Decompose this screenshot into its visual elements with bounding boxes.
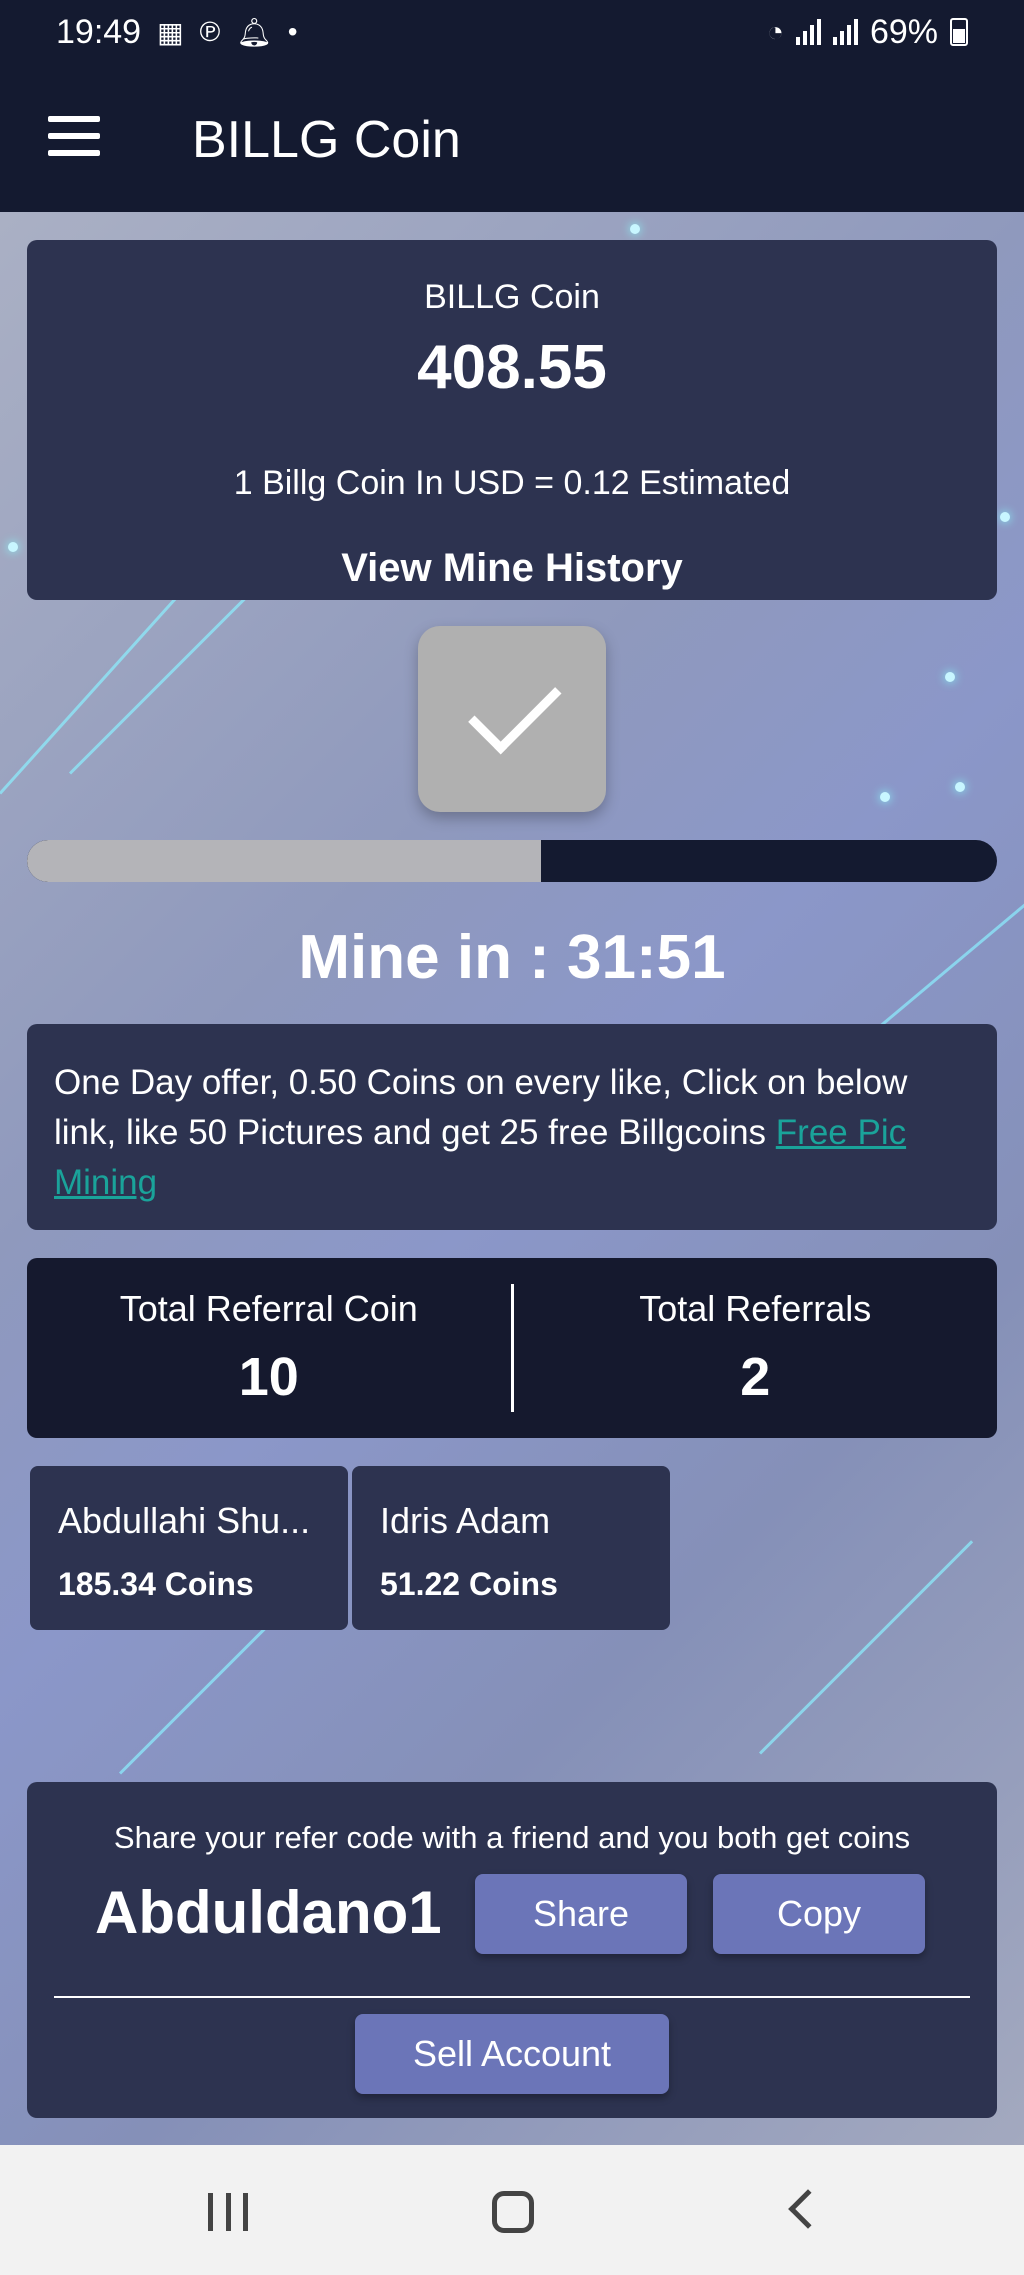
decor-dot — [945, 672, 955, 682]
decor-dot — [8, 542, 18, 552]
picsart-icon: ℗ — [199, 16, 221, 47]
mine-timer: Mine in : 31:51 — [298, 923, 726, 992]
share-divider — [54, 1996, 970, 1998]
conversion-rate: 1 Billg Coin In USD = 0.12 Estimated — [233, 464, 791, 502]
signal-icon — [795, 19, 821, 45]
share-button[interactable]: Share — [475, 1874, 687, 1954]
back-icon[interactable] — [788, 2189, 828, 2229]
refer-code: Abduldano1 — [95, 1879, 442, 1946]
view-mine-history-link[interactable]: View Mine History — [27, 546, 997, 591]
decor-dot — [880, 792, 890, 802]
wifi-icon: ◔ — [767, 16, 784, 47]
main-content: BILLG Coin 408.55 1 Billg Coin In USD = … — [0, 212, 1024, 2145]
status-right: ◔ 69% — [767, 13, 968, 52]
total-referral-coin-stat: Total Referral Coin 10 — [27, 1258, 511, 1438]
total-referrals-value: 2 — [740, 1347, 771, 1407]
mining-progress-fill — [27, 840, 542, 882]
referral-name: Idris Adam — [380, 1500, 551, 1541]
balance-card: BILLG Coin 408.55 1 Billg Coin In USD = … — [27, 240, 997, 600]
referral-name: Abdullahi Shu... — [58, 1500, 311, 1541]
decor-dot — [630, 224, 640, 234]
offer-card: One Day offer, 0.50 Coins on every like,… — [27, 1024, 997, 1230]
decor-dot — [1000, 512, 1010, 522]
total-referrals-stat: Total Referrals 2 — [514, 1258, 998, 1438]
recents-icon[interactable] — [208, 2193, 248, 2231]
app-bar: BILLG Coin — [0, 64, 1024, 212]
mine-button[interactable] — [418, 626, 606, 812]
decor-dot — [955, 782, 965, 792]
share-card: Share your refer code with a friend and … — [27, 1782, 997, 2118]
copy-button[interactable]: Copy — [713, 1874, 925, 1954]
notification-icon: ▦ — [157, 16, 184, 48]
mining-progress-bar — [27, 840, 997, 882]
battery-icon — [950, 18, 968, 46]
referral-coins: 185.34 Coins — [58, 1566, 254, 1602]
status-left: 19:49 ▦ ℗ 🔔︎ • — [56, 13, 298, 52]
referral-item: Idris Adam 51.22 Coins — [352, 1466, 670, 1630]
system-nav-bar — [0, 2145, 1024, 2275]
share-description: Share your refer code with a friend and … — [113, 1820, 911, 1855]
battery-percent: 69% — [869, 12, 938, 51]
checkmark-icon — [468, 661, 562, 755]
balance-amount: 408.55 — [417, 333, 607, 402]
hamburger-menu-icon[interactable] — [48, 116, 100, 156]
home-icon[interactable] — [492, 2191, 534, 2233]
signal-icon — [832, 19, 858, 45]
status-time: 19:49 — [56, 12, 142, 51]
referral-coins: 51.22 Coins — [380, 1566, 558, 1602]
total-referral-coin-value: 10 — [238, 1347, 299, 1407]
app-title: BILLG Coin — [192, 111, 461, 169]
status-bar: 19:49 ▦ ℗ 🔔︎ • ◔ 69% — [0, 0, 1024, 64]
total-referral-coin-label: Total Referral Coin — [119, 1288, 418, 1329]
total-referrals-label: Total Referrals — [639, 1288, 872, 1329]
referral-stats-card: Total Referral Coin 10 Total Referrals 2 — [27, 1258, 997, 1438]
dot-icon: • — [287, 16, 298, 47]
decor-line — [758, 1540, 974, 1755]
referral-item: Abdullahi Shu... 185.34 Coins — [30, 1466, 348, 1630]
sell-account-button[interactable]: Sell Account — [355, 2014, 669, 2094]
bell-icon: 🔔︎ — [236, 16, 272, 48]
balance-title: BILLG Coin — [424, 278, 600, 316]
